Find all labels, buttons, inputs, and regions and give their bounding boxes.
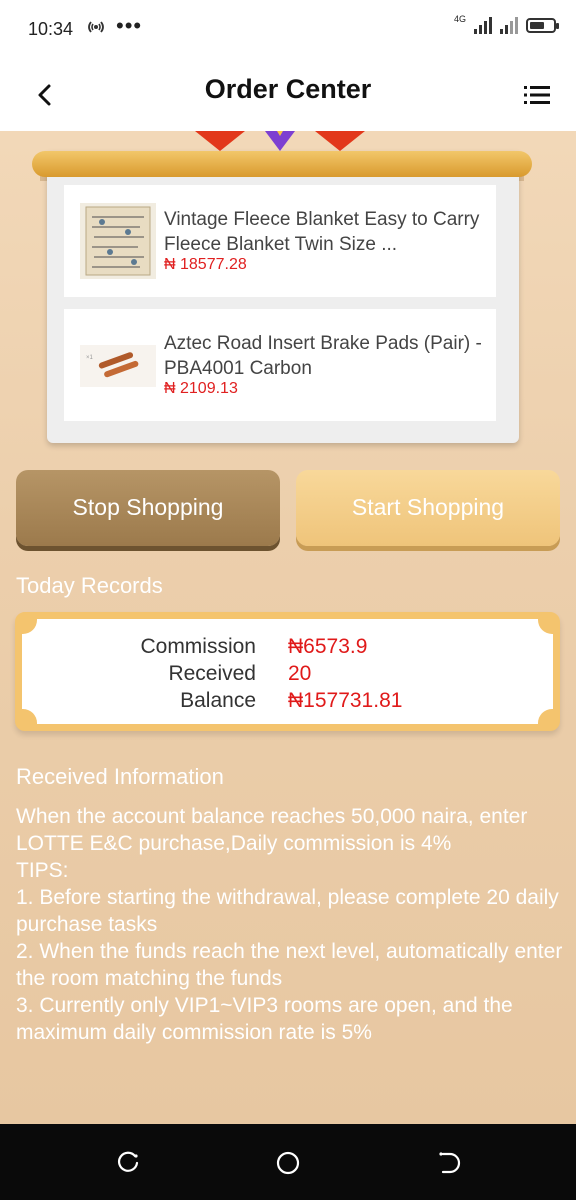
today-records-card: Commission ₦6573.9 Received 20 Balance ₦…	[15, 612, 560, 731]
product-price: ₦ 18577.28	[164, 256, 247, 273]
info-line: 3. Currently only VIP1~VIP3 rooms are op…	[16, 994, 513, 1044]
page-title: Order Center	[204, 74, 372, 104]
system-nav-bar	[0, 1124, 576, 1200]
product-name: Aztec Road Insert Brake Pads (Pair) - PB…	[164, 333, 482, 379]
stop-shopping-label: Stop Shopping	[72, 494, 224, 520]
product-image: ×1	[80, 345, 156, 387]
home-icon	[276, 1151, 300, 1175]
signal-icon-2	[500, 16, 518, 34]
product-card[interactable]: ×1 Aztec Road Insert Brake Pads (Pair) -…	[64, 309, 496, 421]
received-information-text: When the account balance reaches 50,000 …	[16, 803, 564, 1046]
record-value: 20	[288, 662, 312, 685]
battery-icon	[526, 17, 559, 33]
decorative-burst	[195, 131, 365, 151]
back-icon	[439, 1152, 461, 1174]
start-shopping-button[interactable]: Start Shopping	[296, 470, 560, 546]
signal-icon	[474, 16, 492, 34]
main-content: Vintage Fleece Blanket Easy to Carry Fle…	[0, 131, 576, 1124]
card-corner	[538, 618, 554, 634]
hotspot-icon	[84, 18, 108, 41]
scroll-rod	[32, 151, 532, 177]
product-price: ₦ 2109.13	[164, 380, 238, 397]
stop-shopping-button[interactable]: Stop Shopping	[16, 470, 280, 546]
record-label: Commission	[140, 635, 256, 658]
info-line: When the account balance reaches 50,000 …	[16, 805, 528, 855]
record-value: ₦157731.81	[288, 689, 403, 712]
info-line: 2. When the funds reach the next level, …	[16, 940, 563, 990]
list-menu-icon	[524, 86, 550, 104]
record-label: Received	[168, 662, 256, 685]
home-button[interactable]	[275, 1150, 301, 1176]
product-image	[80, 203, 156, 279]
recent-apps-icon	[117, 1151, 139, 1172]
record-row-received: Received 20	[22, 662, 552, 690]
status-bar: 10:34 ••• 4G	[0, 0, 576, 58]
card-corner	[21, 618, 37, 634]
recent-apps-button[interactable]	[115, 1150, 141, 1176]
status-time: 10:34	[28, 19, 74, 39]
record-row-commission: Commission ₦6573.9	[22, 635, 552, 663]
record-label: Balance	[180, 689, 256, 712]
info-line: 1. Before starting the withdrawal, pleas…	[16, 886, 559, 936]
today-records-title: Today Records	[16, 573, 163, 598]
received-information-title: Received Information	[16, 764, 224, 789]
product-card[interactable]: Vintage Fleece Blanket Easy to Carry Fle…	[64, 185, 496, 297]
more-dots-icon: •••	[116, 13, 143, 38]
start-shopping-label: Start Shopping	[351, 494, 505, 520]
back-nav-button[interactable]	[435, 1150, 461, 1176]
info-line: TIPS:	[16, 859, 69, 882]
product-name: Vintage Fleece Blanket Easy to Carry Fle…	[164, 209, 480, 255]
menu-button[interactable]	[522, 80, 552, 110]
svg-text:×1: ×1	[86, 355, 94, 361]
network-type-label: 4G	[453, 14, 466, 24]
record-value: ₦6573.9	[288, 635, 368, 658]
record-row-balance: Balance ₦157731.81	[22, 689, 552, 717]
order-panel: Vintage Fleece Blanket Easy to Carry Fle…	[47, 151, 519, 443]
app-header: Order Center	[0, 58, 576, 131]
